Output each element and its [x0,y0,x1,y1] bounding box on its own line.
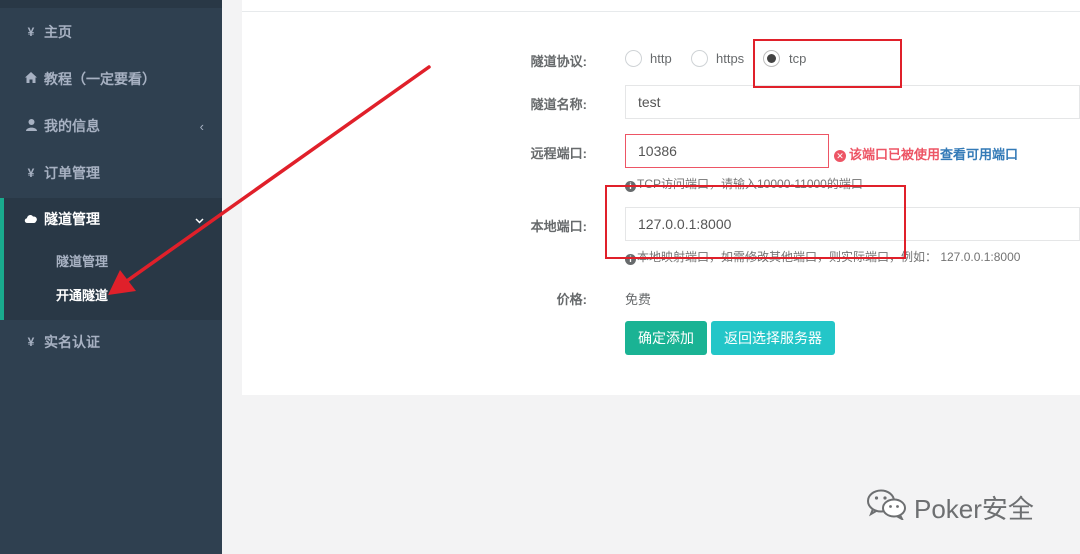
price-value: 免费 [625,292,652,307]
sidebar-item-label: 订单管理 [44,165,100,181]
sidebar-item-orders[interactable]: ¥ 订单管理 [0,150,222,196]
price-label: 价格: [556,292,587,307]
annotation-box-local-port [605,185,906,259]
sidebar-item-label: 实名认证 [44,334,100,350]
sub-item-tunnel-management[interactable]: 隧道管理 [56,251,108,270]
tunnel-name-value: test [638,94,661,110]
tunnel-name-input[interactable]: test [625,85,1080,119]
sidebar-item-label: 教程（一定要看） [44,71,156,87]
panel-divider [242,11,1080,12]
sidebar-item-label: 主页 [44,24,72,40]
sidebar: ¥ 主页 教程（一定要看） 我的信息 ‹ ¥ 订单管理 隧道管理 隧道管理 开通… [0,0,222,554]
home-icon [24,72,38,86]
cloud-icon [24,212,38,226]
sidebar-active-group: 隧道管理 隧道管理 开通隧道 [0,198,222,320]
sidebar-top-strip [0,0,222,8]
sidebar-item-my-info[interactable]: 我的信息 ‹ [0,103,222,149]
radio-https-label[interactable]: https [716,51,744,66]
remote-port-input[interactable]: 10386 [625,134,829,168]
sidebar-item-tutorial[interactable]: 教程（一定要看） [0,56,222,102]
remote-port-error: ✕ 该端口已被使用查看可用端口 [834,144,1018,163]
radio-http[interactable] [625,50,642,67]
sidebar-item-label: 我的信息 [44,118,100,134]
sidebar-item-verification[interactable]: ¥ 实名认证 [0,319,222,365]
chevron-down-icon [195,212,204,227]
annotation-box-tcp [753,39,902,88]
watermark: Poker安全 [866,488,1034,527]
sub-item-open-tunnel[interactable]: 开通隧道 [56,285,108,304]
local-port-label: 本地端口: [530,219,587,234]
view-available-ports-link[interactable]: 查看可用端口 [940,147,1018,162]
back-to-servers-button[interactable]: 返回选择服务器 [711,321,835,355]
wechat-icon [866,488,908,527]
radio-https[interactable] [691,50,708,67]
remote-port-label: 远程端口: [530,146,587,161]
watermark-text: Poker安全 [914,494,1034,524]
yen-icon: ¥ [27,335,35,349]
yen-icon: ¥ [27,25,35,39]
sidebar-item-tunnels[interactable]: 隧道管理 [0,196,222,242]
protocol-label: 隧道协议: [530,54,587,69]
remote-port-error-text: 该端口已被使用 [849,147,941,162]
user-icon [24,118,38,134]
error-x-icon: ✕ [834,150,846,162]
remote-port-value: 10386 [638,143,677,159]
yen-icon: ¥ [27,166,35,180]
sidebar-item-label: 隧道管理 [44,211,100,227]
tunnel-name-label: 隧道名称: [530,97,587,112]
confirm-add-button[interactable]: 确定添加 [625,321,707,355]
radio-http-label[interactable]: http [650,51,672,66]
sidebar-item-home[interactable]: ¥ 主页 [0,9,222,55]
chevron-left-icon: ‹ [199,118,204,134]
